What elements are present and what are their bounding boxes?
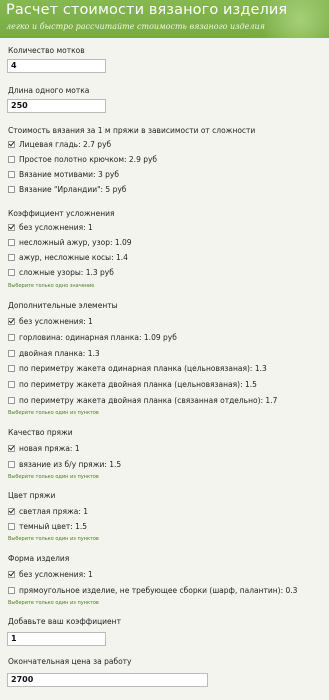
color-option[interactable]: темный цвет: 1.5	[8, 522, 87, 531]
complexity-option[interactable]: Простое полотно крючком: 2.9 руб	[8, 155, 157, 164]
option-label: ажур, несложные косы: 1.4	[19, 253, 128, 262]
option-label: по периметру жакета одинарная планка (це…	[19, 364, 267, 373]
option-label: Вязание мотивами: 3 руб	[19, 170, 119, 179]
shape-option[interactable]: прямоугольное изделие, не требующее сбор…	[8, 586, 297, 595]
final-price-input[interactable]: 2700	[7, 673, 208, 687]
checkbox[interactable]	[8, 571, 15, 578]
extras-option[interactable]: по периметру жакета одинарная планка (це…	[8, 364, 267, 373]
difficulty-option[interactable]: сложные узоры: 1.3 руб	[8, 268, 114, 277]
option-label: без усложнения: 1	[19, 223, 93, 232]
extras-option[interactable]: без усложнения: 1	[8, 317, 93, 326]
shape-option[interactable]: без усложнения: 1	[8, 570, 93, 579]
checkbox[interactable]	[8, 381, 15, 388]
skeins-input[interactable]: 4	[7, 59, 106, 73]
checkbox[interactable]	[8, 461, 15, 468]
color-option[interactable]: светлая пряжа: 1	[8, 507, 88, 516]
checkbox[interactable]	[8, 445, 15, 452]
extras-option[interactable]: по периметру жакета двойная планка (цель…	[8, 380, 257, 389]
extras-option[interactable]: горловина: одинарная планка: 1.09 руб	[8, 333, 177, 342]
extras-hint: Выберите только один из пунктов	[8, 410, 99, 416]
color-hint: Выберите только один из пунктов	[8, 536, 99, 542]
checkbox[interactable]	[8, 318, 15, 325]
checkbox[interactable]	[8, 334, 15, 341]
option-label: сложные узоры: 1.3 руб	[19, 268, 114, 277]
checkbox[interactable]	[8, 587, 15, 594]
difficulty-option[interactable]: ажур, несложные косы: 1.4	[8, 253, 128, 262]
final-price-label: Окончательная цена за работу	[8, 657, 132, 666]
checkbox[interactable]	[8, 508, 15, 515]
option-label: темный цвет: 1.5	[19, 522, 88, 531]
option-label: без усложнения: 1	[19, 570, 93, 579]
difficulty-title: Коэффициент усложнения	[8, 209, 115, 218]
coef-label: Добавьте ваш коэффициент	[8, 617, 121, 626]
shape-title: Форма изделия	[8, 554, 70, 563]
option-label: Простое полотно крючком: 2.9 руб	[19, 155, 158, 164]
option-label: прямоугольное изделие, не требующее сбор…	[19, 586, 298, 595]
option-label: вязание из б/у пряжи: 1.5	[19, 460, 122, 469]
option-label: по периметру жакета двойная планка (цель…	[19, 380, 257, 389]
quality-option[interactable]: вязание из б/у пряжи: 1.5	[8, 460, 121, 469]
checkbox[interactable]	[8, 156, 15, 163]
difficulty-hint: Выберите только одно значение	[8, 283, 95, 289]
option-label: несложный ажур, узор: 1.09	[19, 238, 132, 247]
checkbox[interactable]	[8, 365, 15, 372]
difficulty-option[interactable]: без усложнения: 1	[8, 223, 93, 232]
length-input[interactable]: 250	[7, 99, 106, 113]
quality-hint: Выберите только один из пунктов	[8, 474, 99, 480]
complexity-title: Стоимость вязания за 1 м пряжи в зависим…	[8, 126, 256, 135]
option-label: двойная планка: 1.3	[19, 349, 100, 358]
shape-hint: Выберите только один из пунктов	[8, 600, 99, 606]
checkbox[interactable]	[8, 397, 15, 404]
complexity-option[interactable]: Вязание "Ирландии": 5 руб	[8, 185, 126, 194]
difficulty-option[interactable]: несложный ажур, узор: 1.09	[8, 238, 132, 247]
checkbox[interactable]	[8, 254, 15, 261]
checkbox[interactable]	[8, 523, 15, 530]
checkbox[interactable]	[8, 269, 15, 276]
quality-title: Качество пряжи	[8, 428, 73, 437]
checkbox[interactable]	[8, 141, 15, 148]
skeins-label: Количество мотков	[8, 46, 85, 55]
option-label: без усложнения: 1	[19, 317, 93, 326]
page-subtitle: легко и быстро рассчитайте стоимость вяз…	[6, 22, 265, 31]
page-title: Расчет стоимости вязаного изделия	[6, 2, 288, 18]
extras-option[interactable]: двойная планка: 1.3	[8, 349, 100, 358]
checkbox[interactable]	[8, 350, 15, 357]
option-label: новая пряжа: 1	[19, 444, 80, 453]
length-label: Длина одного мотка	[8, 86, 90, 95]
page-header: Расчет стоимости вязаного изделия легко …	[0, 0, 329, 38]
option-label: светлая пряжа: 1	[19, 507, 89, 516]
complexity-option[interactable]: Лицевая гладь: 2.7 руб	[8, 140, 111, 149]
coef-input[interactable]: 1	[7, 632, 106, 646]
checkbox[interactable]	[8, 224, 15, 231]
option-label: Вязание "Ирландии": 5 руб	[19, 185, 127, 194]
checkbox[interactable]	[8, 239, 15, 246]
color-title: Цвет пряжи	[8, 491, 56, 500]
complexity-option[interactable]: Вязание мотивами: 3 руб	[8, 170, 119, 179]
quality-option[interactable]: новая пряжа: 1	[8, 444, 80, 453]
option-label: по периметру жакета двойная планка (связ…	[19, 396, 278, 405]
extras-option[interactable]: по периметру жакета двойная планка (связ…	[8, 396, 277, 405]
checkbox[interactable]	[8, 171, 15, 178]
checkbox[interactable]	[8, 186, 15, 193]
extras-title: Дополнительные элементы	[8, 301, 118, 310]
option-label: горловина: одинарная планка: 1.09 руб	[19, 333, 177, 342]
option-label: Лицевая гладь: 2.7 руб	[19, 140, 112, 149]
